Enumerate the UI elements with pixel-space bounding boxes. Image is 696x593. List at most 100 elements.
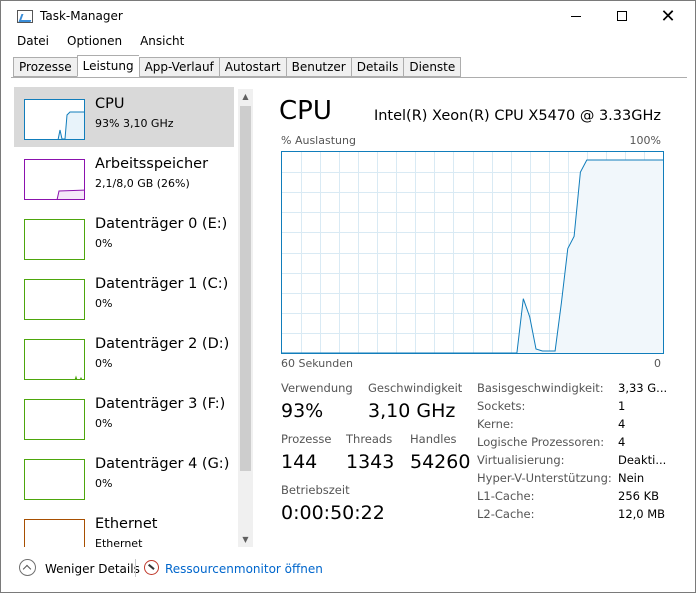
info-label: Kerne:: [477, 417, 514, 431]
sidebar-item-disk-0[interactable]: Datenträger 0 (E:) 0%: [14, 207, 234, 267]
info-label: Virtualisierung:: [477, 453, 565, 467]
sidebar-title-cpu: CPU: [95, 96, 125, 112]
memory-thumbnail: [24, 159, 85, 200]
sidebar-sub-disk-2: 0%: [95, 357, 113, 370]
handles-value: 54260: [410, 451, 471, 473]
graph-time-label: 60 Sekunden: [281, 357, 353, 370]
graph-max-label: 100%: [629, 134, 661, 147]
threads-label: Threads: [346, 432, 393, 446]
tab-prozesse[interactable]: Prozesse: [13, 57, 77, 77]
sidebar-title-memory: Arbeitsspeicher: [95, 156, 209, 172]
disk-4-thumbnail: [24, 459, 85, 500]
disk-0-thumbnail: [24, 219, 85, 260]
tab-bar: Prozesse Leistung App-Verlauf Autostart …: [13, 55, 462, 77]
info-label: L1-Cache:: [477, 489, 535, 503]
sidebar-sub-memory: 2,1/8,0 GB (26%): [95, 177, 190, 190]
info-value: Nein: [618, 471, 645, 485]
sidebar-sub-ethernet: Ethernet: [95, 537, 143, 547]
ethernet-thumbnail: [24, 519, 85, 547]
menu-datei[interactable]: Datei: [1, 32, 57, 52]
info-value: Deakti...: [618, 453, 667, 467]
sidebar-title-disk-0: Datenträger 0 (E:): [95, 216, 228, 232]
disk-2-thumbnail: [24, 339, 85, 380]
utilization-label: Verwendung: [281, 381, 353, 395]
resource-monitor-link[interactable]: Ressourcenmonitor öffnen: [165, 562, 323, 576]
cpu-graph-svg: [282, 152, 663, 353]
sidebar-sub-disk-4: 0%: [95, 477, 113, 490]
uptime-value: 0:00:50:22: [281, 502, 385, 524]
cpu-utilization-graph: [281, 151, 664, 354]
info-label: Basisgeschwindigkeit:: [477, 381, 604, 395]
menu-ansicht[interactable]: Ansicht: [130, 32, 192, 52]
close-button[interactable]: ✕: [645, 1, 691, 31]
fewer-details-button[interactable]: Weniger Details: [45, 562, 140, 576]
chevron-up-icon[interactable]: [19, 559, 36, 576]
speed-value: 3,10 GHz: [368, 400, 456, 422]
page-title: CPU: [279, 96, 332, 126]
menu-optionen[interactable]: Optionen: [57, 32, 130, 52]
sidebar-scrollbar[interactable]: ▲ ▼: [238, 89, 253, 547]
sidebar-item-disk-3[interactable]: Datenträger 3 (F:) 0%: [14, 387, 234, 447]
info-label: Logische Prozessoren:: [477, 435, 605, 449]
graph-axis-label: % Auslastung: [281, 134, 356, 147]
sidebar-title-ethernet: Ethernet: [95, 516, 158, 532]
sidebar-title-disk-3: Datenträger 3 (F:): [95, 396, 226, 412]
sidebar-item-memory[interactable]: Arbeitsspeicher 2,1/8,0 GB (26%): [14, 147, 234, 207]
sidebar-item-cpu[interactable]: CPU 93% 3,10 GHz: [14, 87, 234, 147]
graph-zero-label: 0: [654, 357, 661, 370]
sidebar-title-disk-2: Datenträger 2 (D:): [95, 336, 230, 352]
minimize-icon: [571, 15, 581, 17]
sidebar-sub-disk-0: 0%: [95, 237, 113, 250]
resource-monitor-icon[interactable]: [144, 560, 159, 575]
handles-label: Handles: [410, 432, 457, 446]
window-title: Task-Manager: [40, 9, 123, 23]
close-icon: ✕: [660, 5, 676, 27]
processes-label: Prozesse: [281, 432, 332, 446]
processes-value: 144: [281, 451, 318, 473]
speed-label: Geschwindigkeit: [368, 381, 463, 395]
minimize-button[interactable]: [553, 1, 599, 31]
task-manager-icon: [17, 10, 33, 23]
tab-benutzer[interactable]: Benutzer: [285, 57, 351, 77]
info-value: 4: [618, 435, 626, 449]
info-label: L2-Cache:: [477, 507, 535, 521]
info-label: Sockets:: [477, 399, 526, 413]
sidebar-item-disk-1[interactable]: Datenträger 1 (C:) 0%: [14, 267, 234, 327]
info-label: Hyper-V-Unterstützung:: [477, 471, 612, 485]
scroll-down-icon[interactable]: ▼: [238, 532, 253, 547]
disk-3-thumbnail: [24, 399, 85, 440]
cpu-thumbnail: [24, 99, 85, 140]
sidebar-title-disk-1: Datenträger 1 (C:): [95, 276, 229, 292]
resource-list: CPU 93% 3,10 GHz Arbeitsspeicher 2,1/8,0…: [14, 87, 236, 547]
sidebar-title-disk-4: Datenträger 4 (G:): [95, 456, 230, 472]
sidebar-sub-disk-1: 0%: [95, 297, 113, 310]
info-value: 1: [618, 399, 626, 413]
footer-divider: [135, 559, 136, 577]
tab-divider: [11, 77, 687, 78]
sidebar-item-disk-4[interactable]: Datenträger 4 (G:) 0%: [14, 447, 234, 507]
info-value: 256 KB: [618, 489, 660, 503]
sidebar-sub-disk-3: 0%: [95, 417, 113, 430]
sidebar-item-disk-2[interactable]: Datenträger 2 (D:) 0%: [14, 327, 234, 387]
tab-dienste[interactable]: Dienste: [403, 57, 462, 77]
maximize-icon: [617, 11, 627, 21]
utilization-value: 93%: [281, 400, 324, 422]
threads-value: 1343: [346, 451, 395, 473]
info-value: 12,0 MB: [618, 507, 666, 521]
menu-bar: Datei Optionen Ansicht: [1, 32, 192, 52]
sidebar-sub-cpu: 93% 3,10 GHz: [95, 117, 174, 130]
scroll-thumb[interactable]: [240, 106, 251, 471]
title-bar[interactable]: Task-Manager ✕: [1, 1, 695, 31]
info-value: 4: [618, 417, 626, 431]
scroll-up-icon[interactable]: ▲: [238, 89, 253, 104]
info-value: 3,33 G...: [618, 381, 668, 395]
tab-autostart[interactable]: Autostart: [218, 57, 286, 77]
uptime-label: Betriebszeit: [281, 483, 350, 497]
disk-1-thumbnail: [24, 279, 85, 320]
cpu-model-name: Intel(R) Xeon(R) CPU X5470 @ 3.33GHz: [373, 108, 661, 124]
tab-details[interactable]: Details: [350, 57, 404, 77]
sidebar-item-ethernet[interactable]: Ethernet Ethernet: [14, 507, 234, 547]
tab-leistung[interactable]: Leistung: [76, 55, 139, 77]
tab-app-verlauf[interactable]: App-Verlauf: [138, 57, 219, 77]
maximize-button[interactable]: [599, 1, 645, 31]
